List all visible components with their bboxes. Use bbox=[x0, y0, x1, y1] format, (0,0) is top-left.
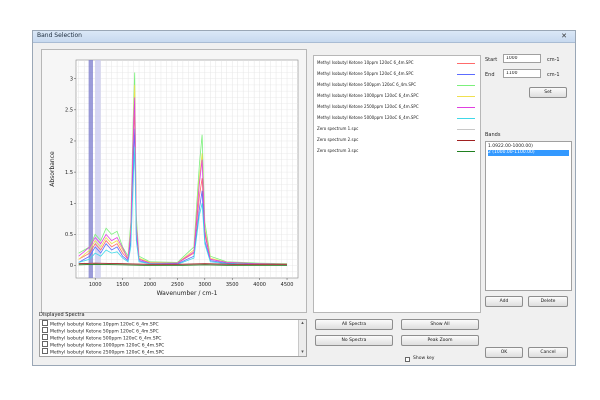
spectrum-checkbox[interactable] bbox=[42, 341, 48, 347]
spectrum-name: Methyl Isobutyl Ketone 2500ppm 120oC 6_4… bbox=[50, 350, 165, 356]
y-tick-label: 0 bbox=[70, 263, 73, 269]
show-key-label: Show key bbox=[413, 356, 435, 361]
legend-panel: Methyl Isobutyl Ketone 10ppm 120oC 6_4m.… bbox=[313, 55, 481, 313]
spectrum-name: Methyl Isobutyl Ketone 10ppm 120oC 6_4m.… bbox=[50, 322, 159, 328]
end-unit-label: cm-1 bbox=[547, 72, 560, 78]
legend-item: Methyl Isobutyl Ketone 5000ppm 120oC 6_4… bbox=[317, 114, 477, 124]
legend-item: Zero spectrum 2.spc bbox=[317, 136, 477, 146]
y-tick-label: 0.5 bbox=[65, 232, 73, 238]
x-tick-label: 1000 bbox=[89, 282, 102, 288]
band-list-item[interactable]: 2 (1000.00-1100.00) bbox=[488, 150, 569, 156]
legend-item-label: Methyl Isobutyl Ketone 10ppm 120oC 6_4m.… bbox=[317, 60, 414, 65]
legend-line-swatch bbox=[457, 118, 475, 119]
set-button[interactable]: Set bbox=[529, 87, 567, 98]
displayed-list-scrollbar[interactable]: ▴ ▾ bbox=[298, 320, 306, 356]
window-title: Band Selection bbox=[37, 32, 82, 39]
cancel-button[interactable]: Cancel bbox=[528, 347, 568, 358]
legend-line-swatch bbox=[457, 74, 475, 75]
start-input[interactable] bbox=[503, 54, 541, 63]
legend-item-label: Zero spectrum 2.spc bbox=[317, 137, 359, 142]
legend-item-label: Methyl Isobutyl Ketone 1000ppm 120oC 6_4… bbox=[317, 93, 419, 98]
legend-line-swatch bbox=[457, 63, 475, 64]
legend-line-swatch bbox=[457, 107, 475, 108]
y-tick-label: 3 bbox=[70, 76, 73, 82]
peak-zoom-button[interactable]: Peak Zoom bbox=[401, 335, 479, 346]
legend-item: Zero spectrum 1.spc bbox=[317, 125, 477, 135]
spectrum-plot-panel[interactable]: 1000 1500 2000 2500 3000 3500 4000 4500 0 0.5 1 1.5… bbox=[41, 49, 307, 313]
end-label: End bbox=[485, 72, 495, 78]
legend-line-swatch bbox=[457, 129, 475, 130]
scroll-down-icon[interactable]: ▾ bbox=[299, 349, 306, 356]
band-selection-window: Band Selection ✕ 1000 1500 2000 2500 3000 350… bbox=[32, 30, 576, 366]
legend-line-swatch bbox=[457, 85, 475, 86]
displayed-spectrum-item[interactable]: Methyl Isobutyl Ketone 1000ppm 120oC 6_4… bbox=[42, 341, 165, 349]
spectrum-chart: 1000 1500 2000 2500 3000 3500 4000 4500 0 0.5 1 1.5… bbox=[49, 59, 299, 297]
legend-item-label: Zero spectrum 1.spc bbox=[317, 126, 359, 131]
end-input[interactable] bbox=[503, 69, 541, 78]
spectrum-name: Methyl Isobutyl Ketone 500ppm 120oC 6_4m… bbox=[50, 336, 162, 342]
legend-item-label: Methyl Isobutyl Ketone 500ppm 120oC 6_4m… bbox=[317, 82, 417, 87]
legend-line-swatch bbox=[457, 96, 475, 97]
y-tick-label: 2 bbox=[70, 139, 73, 145]
bands-label: Bands bbox=[485, 132, 501, 138]
spectrum-checkbox[interactable] bbox=[42, 348, 48, 354]
legend-item-label: Methyl Isobutyl Ketone 50ppm 120oC 6_4m.… bbox=[317, 71, 414, 76]
plot-area bbox=[75, 59, 299, 279]
legend-item: Methyl Isobutyl Ketone 2500ppm 120oC 6_4… bbox=[317, 103, 477, 113]
bands-list[interactable]: 1.0922.00-1000.00) 2 (1000.00-1100.00) bbox=[485, 141, 572, 291]
y-tick-label: 1.5 bbox=[65, 170, 73, 176]
legend-item: Zero spectrum 3.spc bbox=[317, 147, 477, 157]
legend-item: Methyl Isobutyl Ketone 10ppm 120oC 6_4m.… bbox=[317, 59, 477, 69]
spectrum-checkbox[interactable] bbox=[42, 320, 48, 326]
y-axis-label: Absorbance bbox=[49, 151, 56, 187]
displayed-spectrum-item[interactable]: Methyl Isobutyl Ketone 10ppm 120oC 6_4m.… bbox=[42, 320, 159, 328]
legend-item-label: Methyl Isobutyl Ketone 5000ppm 120oC 6_4… bbox=[317, 115, 419, 120]
legend-line-swatch bbox=[457, 140, 475, 141]
displayed-spectrum-item[interactable]: Methyl Isobutyl Ketone 50ppm 120oC 6_4m.… bbox=[42, 327, 159, 335]
spectrum-name: Methyl Isobutyl Ketone 1000ppm 120oC 6_4… bbox=[50, 343, 165, 349]
start-unit-label: cm-1 bbox=[547, 57, 560, 63]
x-tick-label: 3000 bbox=[198, 282, 211, 288]
legend-item: Methyl Isobutyl Ketone 50ppm 120oC 6_4m.… bbox=[317, 70, 477, 80]
legend-item-label: Methyl Isobutyl Ketone 2500ppm 120oC 6_4… bbox=[317, 104, 419, 109]
y-tick-label: 1 bbox=[70, 201, 73, 207]
x-tick-label: 2500 bbox=[171, 282, 184, 288]
x-tick-label: 4500 bbox=[281, 282, 294, 288]
x-tick-label: 4000 bbox=[253, 282, 266, 288]
band-marker bbox=[95, 60, 101, 278]
legend-item-label: Zero spectrum 3.spc bbox=[317, 148, 359, 153]
displayed-spectrum-item[interactable]: Methyl Isobutyl Ketone 500ppm 120oC 6_4m… bbox=[42, 334, 162, 342]
displayed-spectra-label: Displayed Spectra bbox=[39, 312, 85, 318]
no-spectra-button[interactable]: No Spectra bbox=[315, 335, 393, 346]
spectrum-checkbox[interactable] bbox=[42, 334, 48, 340]
x-tick-label: 3500 bbox=[226, 282, 239, 288]
all-spectra-button[interactable]: All Spectra bbox=[315, 319, 393, 330]
title-bar[interactable]: Band Selection ✕ bbox=[33, 31, 575, 43]
legend-line-swatch bbox=[457, 151, 475, 152]
ok-button[interactable]: OK bbox=[485, 347, 523, 358]
displayed-spectrum-item[interactable]: Methyl Isobutyl Ketone 2500ppm 120oC 6_4… bbox=[42, 348, 165, 356]
x-tick-label: 2000 bbox=[144, 282, 157, 288]
legend-item: Methyl Isobutyl Ketone 1000ppm 120oC 6_4… bbox=[317, 92, 477, 102]
delete-band-button[interactable]: Delete bbox=[528, 296, 568, 307]
displayed-spectra-list[interactable]: ▴ ▾ Methyl Isobutyl Ketone 10ppm 120oC 6… bbox=[39, 319, 307, 357]
y-tick-label: 2.5 bbox=[65, 108, 73, 114]
close-icon[interactable]: ✕ bbox=[557, 32, 571, 40]
show-all-button[interactable]: Show All bbox=[401, 319, 479, 330]
scroll-up-icon[interactable]: ▴ bbox=[299, 320, 306, 327]
add-band-button[interactable]: Add bbox=[485, 296, 523, 307]
start-label: Start bbox=[485, 57, 498, 63]
legend-item: Methyl Isobutyl Ketone 500ppm 120oC 6_4m… bbox=[317, 81, 477, 91]
x-tick-label: 1500 bbox=[116, 282, 129, 288]
spectrum-name: Methyl Isobutyl Ketone 50ppm 120oC 6_4m.… bbox=[50, 329, 159, 335]
show-key-checkbox[interactable] bbox=[405, 357, 410, 362]
x-axis-label: Wavenumber / cm-1 bbox=[157, 290, 218, 297]
spectrum-checkbox[interactable] bbox=[42, 327, 48, 333]
